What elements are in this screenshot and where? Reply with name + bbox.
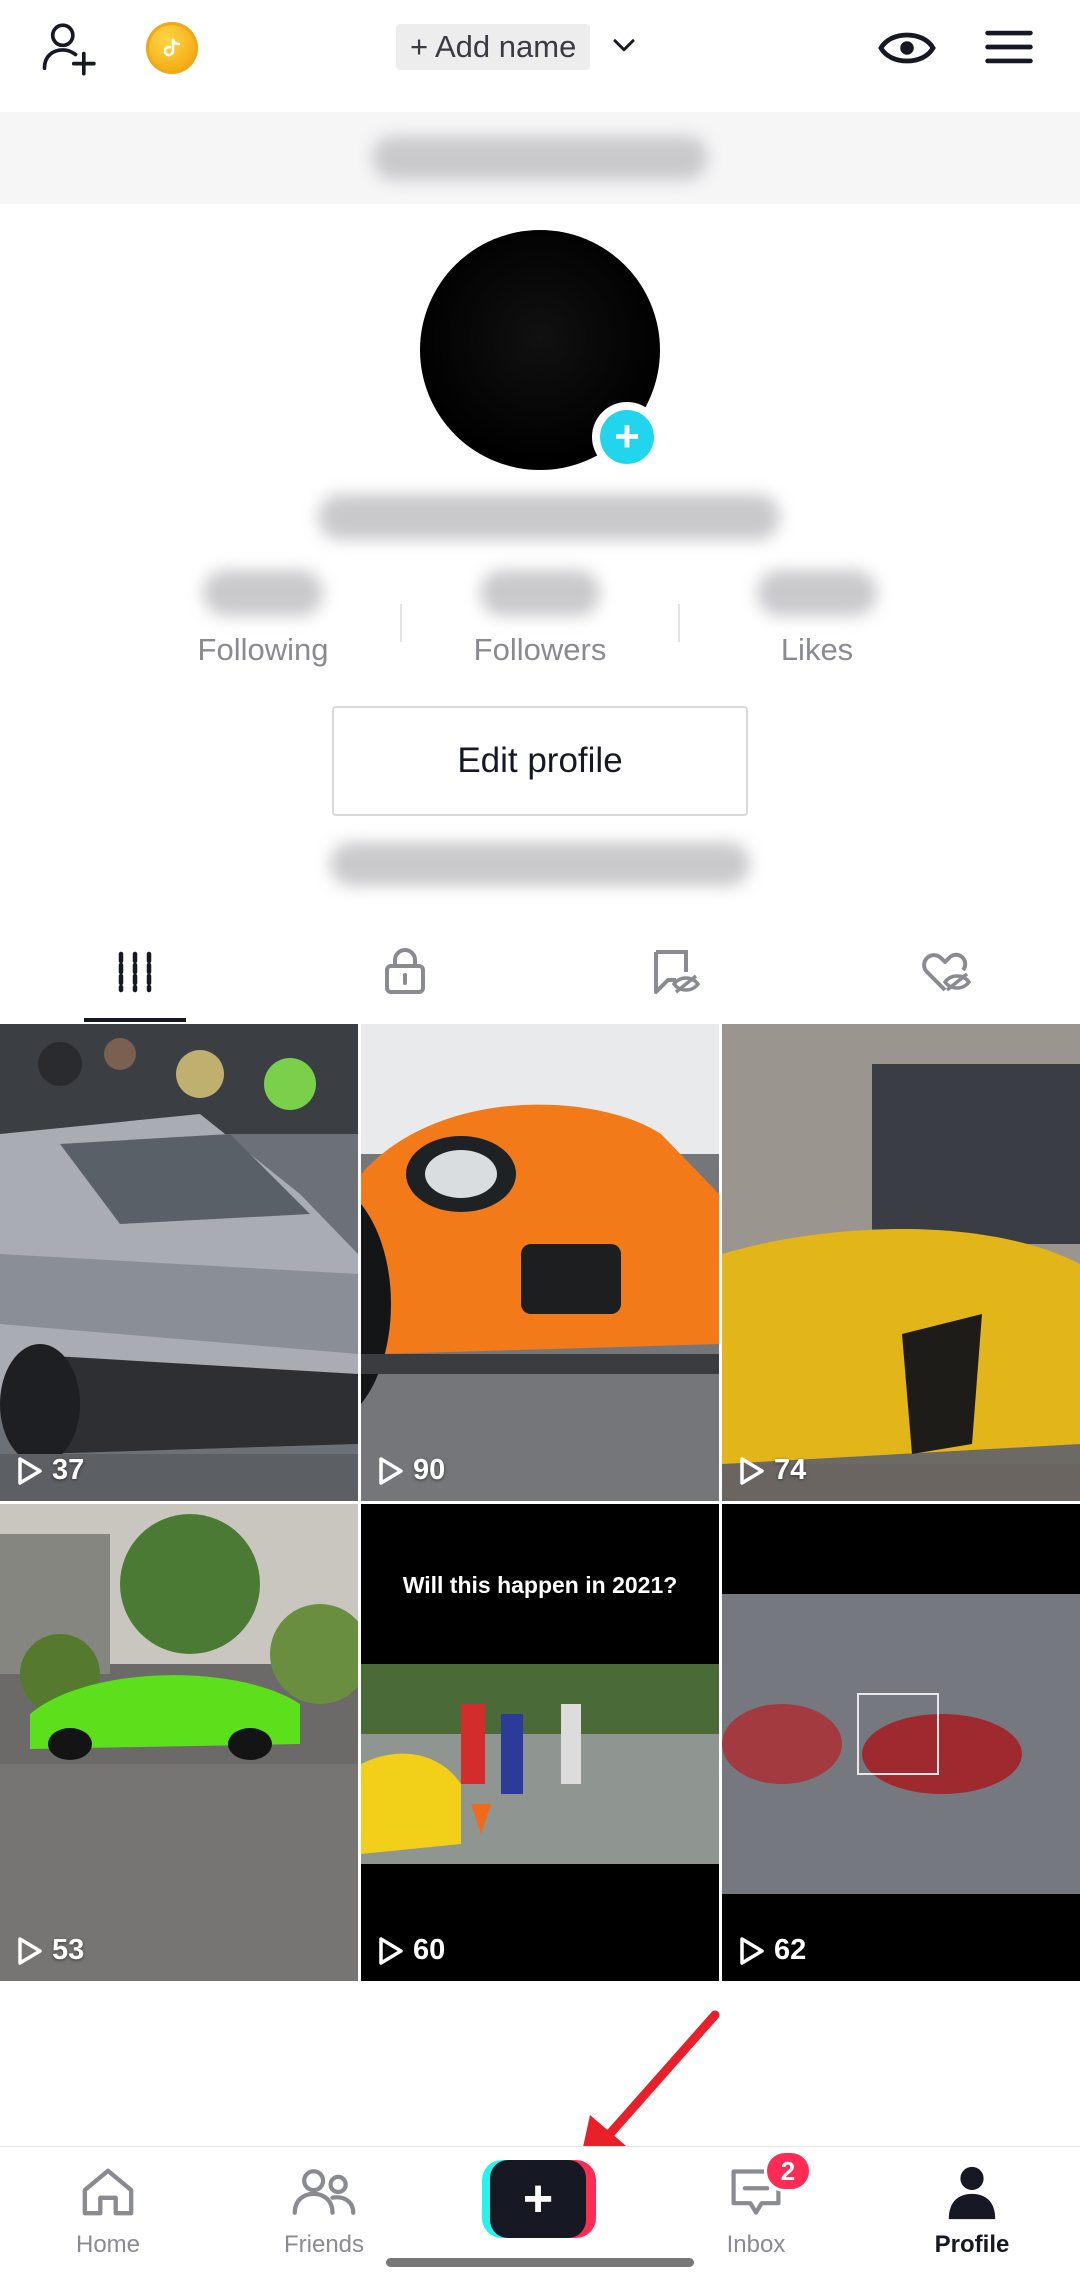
play-icon [379, 1936, 403, 1965]
nav-friends-label: Friends [283, 2231, 365, 2258]
view-count: 37 [16, 1454, 84, 1487]
play-icon [740, 1936, 764, 1965]
view-count-value: 60 [413, 1934, 446, 1966]
view-count-value: 62 [774, 1934, 807, 1966]
redacted-likes-count [757, 570, 877, 616]
plus-icon: + [600, 410, 654, 464]
stat-divider [400, 604, 402, 642]
video-grid: 37 90 74 53 Will this happen in 2021? 60… [0, 1024, 1080, 1981]
nav-home[interactable]: Home [18, 2147, 198, 2273]
redacted-handle [318, 494, 780, 540]
hidden-heart-icon [922, 952, 971, 992]
nav-profile[interactable]: Profile [882, 2147, 1062, 2273]
video-thumbnail[interactable]: 74 [722, 1024, 1080, 1501]
coin-icon[interactable] [146, 22, 198, 74]
video-caption: Will this happen in 2021? [402, 1572, 678, 1598]
video-thumbnail[interactable]: 90 [361, 1024, 719, 1501]
stat-divider [678, 604, 680, 642]
chevron-down-icon[interactable] [606, 26, 642, 66]
play-icon [740, 1456, 764, 1485]
view-count: 60 [377, 1934, 445, 1967]
plus-icon: + [490, 2160, 586, 2238]
view-count: 53 [16, 1934, 84, 1967]
blurry-red-car-image [722, 1504, 1080, 1981]
redacted-bio [330, 842, 750, 886]
view-count: 90 [377, 1454, 445, 1487]
add-friend-icon[interactable] [36, 14, 106, 84]
create-video-button[interactable]: + [482, 2160, 596, 2238]
grey-lamborghini-image [0, 1024, 358, 1501]
video-thumbnail[interactable]: 53 [0, 1504, 358, 1981]
redacted-followers-count [480, 570, 600, 616]
yellow-supercar-image [722, 1024, 1080, 1501]
video-thumbnail[interactable]: 37 [0, 1024, 358, 1501]
view-count-value: 53 [52, 1934, 85, 1966]
view-count: 62 [738, 1934, 806, 1967]
profile-icon [937, 2161, 1007, 2223]
nav-inbox[interactable]: Inbox [666, 2147, 846, 2273]
redacted-username [372, 136, 708, 180]
home-indicator[interactable] [386, 2258, 694, 2267]
redacted-following-count [203, 570, 323, 616]
home-icon [73, 2161, 143, 2223]
orange-porsche-image [361, 1024, 719, 1501]
active-tab-indicator [84, 1018, 186, 1022]
followers-label: Followers [473, 632, 607, 667]
view-count: 74 [738, 1454, 806, 1487]
play-icon [379, 1456, 403, 1485]
video-thumbnail[interactable]: 62 [722, 1504, 1080, 1981]
play-icon [18, 1936, 42, 1965]
top-bar: + Add name [0, 0, 1080, 112]
add-name-button[interactable]: + Add name [396, 24, 591, 70]
following-label: Following [197, 632, 329, 667]
nav-inbox-label: Inbox [726, 2231, 786, 2258]
view-count-value: 37 [52, 1454, 85, 1486]
tab-videos[interactable] [0, 920, 270, 1024]
edit-profile-button[interactable]: Edit profile [332, 706, 748, 816]
content-tabs [0, 920, 1080, 1024]
add-avatar-button[interactable]: + [592, 402, 662, 472]
green-lamborghini-image [0, 1504, 358, 1981]
view-count-value: 74 [774, 1454, 807, 1486]
tab-private[interactable] [270, 920, 540, 1024]
play-icon [18, 1456, 42, 1485]
view-count-value: 90 [413, 1454, 446, 1486]
username-banner [0, 112, 1080, 204]
menu-icon[interactable] [980, 18, 1038, 76]
tab-liked[interactable] [810, 920, 1080, 1024]
likes-label: Likes [780, 632, 854, 667]
friends-icon [289, 2161, 359, 2223]
inbox-badge: 2 [764, 2150, 812, 2192]
nav-friends[interactable]: Friends [234, 2147, 414, 2273]
tab-reposts[interactable] [540, 920, 810, 1024]
lock-icon [385, 948, 425, 994]
nav-home-label: Home [75, 2231, 141, 2258]
video-thumbnail[interactable]: Will this happen in 2021? 60 [361, 1504, 719, 1981]
nav-profile-label: Profile [934, 2231, 1010, 2258]
eye-icon[interactable] [876, 20, 938, 76]
grid-icon [118, 951, 152, 993]
hidden-repost-icon [654, 950, 700, 994]
